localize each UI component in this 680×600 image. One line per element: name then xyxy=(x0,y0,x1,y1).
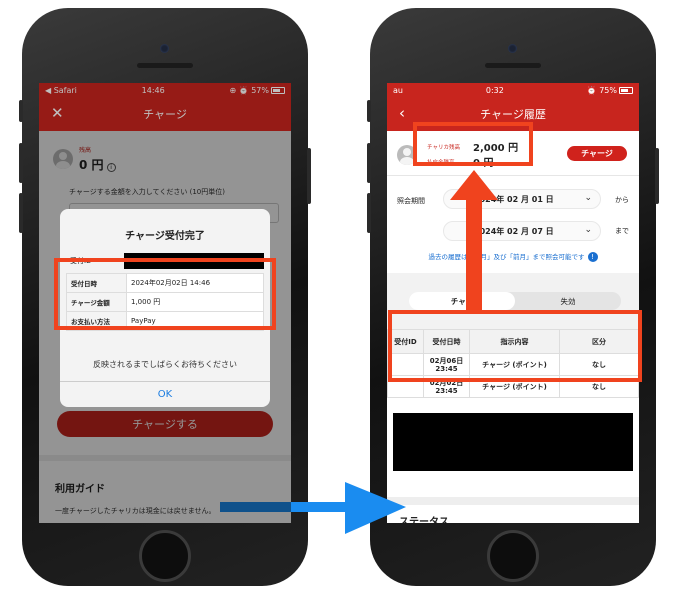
chevron-down-icon: ⌄ xyxy=(584,225,592,235)
highlight-history-rows xyxy=(388,310,642,382)
earpiece-speaker xyxy=(137,63,193,68)
status-time: 0:32 xyxy=(485,85,504,95)
from-suffix: から xyxy=(615,196,629,204)
power-button xyxy=(655,148,659,204)
volume-down-button xyxy=(367,193,371,233)
volume-up-button xyxy=(19,143,23,183)
tab-expired[interactable]: 失効 xyxy=(515,292,621,310)
right-phone: au 0:32 ⏰ 75% ‹ チャージ履歴 チャリカ残高 2,000 円 払戻… xyxy=(367,8,659,586)
page-title: チャージ履歴 xyxy=(480,108,546,121)
status-bar: au 0:32 ⏰ 75% xyxy=(387,83,639,97)
highlight-receipt-details xyxy=(54,258,276,330)
history-note: 過去の履歴は「当月」及び「前月」まで照会可能です! xyxy=(387,251,639,262)
mute-switch xyxy=(19,100,23,122)
chevron-down-icon: ⌄ xyxy=(584,193,592,203)
back-icon[interactable]: ‹ xyxy=(399,104,405,122)
mute-switch xyxy=(367,100,371,122)
home-button[interactable] xyxy=(487,530,539,582)
tab-bar: チャー 失効 xyxy=(409,292,621,310)
volume-down-button xyxy=(19,193,23,233)
orange-up-arrow xyxy=(450,170,498,312)
divider xyxy=(387,175,639,176)
ok-button[interactable]: OK xyxy=(60,381,270,407)
status-battery: ⏰ 75% xyxy=(587,86,633,95)
redacted-area xyxy=(393,413,633,471)
power-button xyxy=(307,148,311,204)
period-label: 照会期間 xyxy=(397,197,425,205)
home-button[interactable] xyxy=(139,530,191,582)
battery-icon xyxy=(619,86,633,94)
section-divider xyxy=(387,497,639,505)
earpiece-speaker xyxy=(485,63,541,68)
navbar-overlay xyxy=(39,83,291,131)
volume-up-button xyxy=(367,143,371,183)
front-camera xyxy=(160,44,169,53)
dialog-message: 反映されるまでしばらくお待ちください xyxy=(93,360,237,369)
status-carrier: au xyxy=(393,85,403,95)
charge-button[interactable]: チャージ xyxy=(567,146,627,161)
front-camera xyxy=(508,44,517,53)
to-suffix: まで xyxy=(615,227,629,235)
highlight-balance xyxy=(413,122,533,166)
help-icon[interactable]: ! xyxy=(587,252,598,262)
dialog-title: チャージ受付完了 xyxy=(125,231,205,242)
